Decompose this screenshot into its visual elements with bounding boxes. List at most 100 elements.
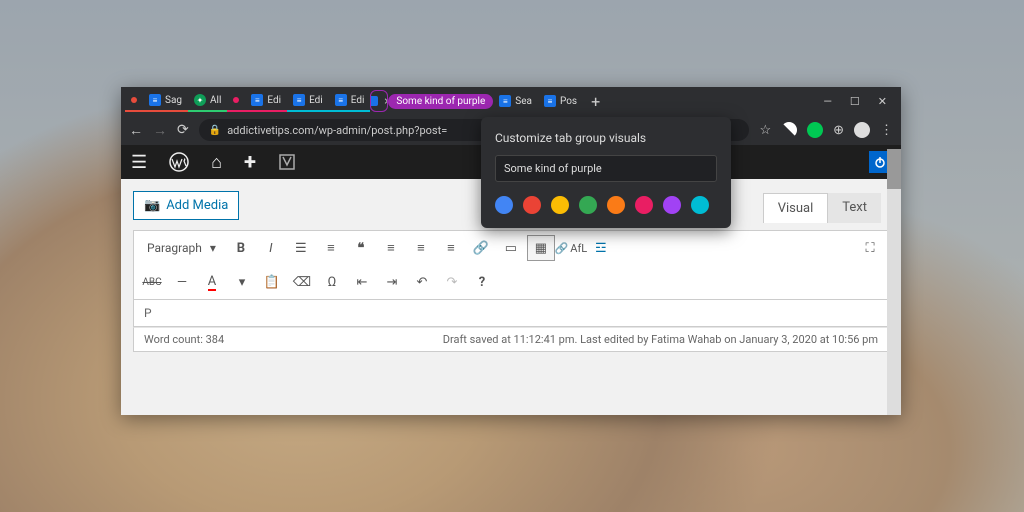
bullet-list-button[interactable]: ☰	[287, 235, 315, 261]
text-color-button[interactable]: A	[198, 269, 226, 295]
add-icon[interactable]: +	[244, 150, 256, 175]
clear-format-button[interactable]: ⌫	[288, 269, 316, 295]
italic-button[interactable]: I	[257, 235, 285, 261]
favicon-icon: ≡	[499, 95, 511, 107]
format-label: Paragraph	[147, 241, 202, 255]
group-name-input[interactable]	[495, 155, 717, 182]
reload-icon[interactable]: ⟳	[177, 122, 189, 138]
extension-icon[interactable]	[807, 122, 823, 138]
text-tab[interactable]: Text	[828, 193, 881, 223]
favicon-icon: ≡	[335, 94, 347, 106]
maximize-icon[interactable]: ☐	[850, 95, 860, 108]
undo-button[interactable]: ↶	[408, 269, 436, 295]
tab-group-popup: Customize tab group visuals	[481, 117, 731, 228]
tab[interactable]: ≡ Sea	[493, 90, 538, 112]
tab[interactable]: ≡ Pos	[538, 90, 583, 112]
favicon-icon: ✦	[194, 94, 206, 106]
tab[interactable]: ≡ Sag	[143, 90, 188, 112]
hr-button[interactable]: —	[168, 269, 196, 295]
editor-path: P	[133, 300, 889, 327]
color-option-orange[interactable]	[607, 196, 625, 214]
bold-button[interactable]: B	[227, 235, 255, 261]
link-button[interactable]: 🔗	[467, 235, 495, 261]
new-tab-button[interactable]: +	[583, 92, 608, 111]
editor-mode-tabs: Visual Text	[763, 193, 881, 223]
tab[interactable]	[125, 90, 143, 112]
menu-icon[interactable]: ☰	[131, 152, 147, 173]
color-option-green[interactable]	[579, 196, 597, 214]
help-button[interactable]: ?	[468, 269, 496, 295]
toolbar-toggle-button[interactable]: ▦	[527, 235, 555, 261]
scrollbar[interactable]	[887, 149, 901, 415]
tab[interactable]: ≡Edi	[245, 90, 287, 112]
tab[interactable]	[227, 90, 245, 112]
wordpress-icon[interactable]	[169, 152, 189, 172]
menu-icon[interactable]: ⋮	[880, 123, 893, 138]
lock-icon: 🔒	[209, 125, 221, 136]
tab-strip: ≡Sag ✦All ≡Edi ≡Edi ≡Edi × Some kind of …	[125, 87, 813, 115]
favicon-icon: ≡	[149, 94, 161, 106]
tab[interactable]: ≡ Edi	[287, 90, 329, 112]
afl-label: AfL	[570, 242, 587, 255]
color-option-yellow[interactable]	[551, 196, 569, 214]
align-left-button[interactable]: ≡	[377, 235, 405, 261]
redo-button[interactable]: ↷	[438, 269, 466, 295]
fullscreen-button[interactable]: ⛶	[856, 235, 884, 261]
yoast-icon[interactable]	[278, 153, 296, 171]
align-center-button[interactable]: ≡	[407, 235, 435, 261]
special-char-button[interactable]: Ω	[318, 269, 346, 295]
color-option-cyan[interactable]	[691, 196, 709, 214]
home-icon[interactable]: ⌂	[211, 152, 222, 173]
color-option-pink[interactable]	[635, 196, 653, 214]
tab-label: Sea	[515, 96, 532, 107]
align-right-button[interactable]: ≡	[437, 235, 465, 261]
tab-label: Pos	[560, 96, 577, 107]
paste-text-button[interactable]: 📋	[258, 269, 286, 295]
checklist-button[interactable]: ☲	[587, 235, 615, 261]
numbered-list-button[interactable]: ≡	[317, 235, 345, 261]
color-option-blue[interactable]	[495, 196, 513, 214]
color-dot-icon	[131, 97, 137, 103]
color-option-purple[interactable]	[663, 196, 681, 214]
editor-toolbar: Paragraph▾ B I ☰ ≡ ❝ ≡ ≡ ≡ 🔗 ▭ ▦ 🔗AfL ☲ …	[133, 230, 889, 300]
visual-tab[interactable]: Visual	[763, 193, 829, 223]
color-picker-row	[495, 196, 717, 214]
close-icon[interactable]: ✕	[878, 95, 887, 108]
tab[interactable]: ≡ Edi	[329, 90, 371, 112]
add-media-button[interactable]: 📷 Add Media	[133, 191, 239, 220]
camera-icon: 📷	[144, 198, 160, 213]
tab-group-pill[interactable]: Some kind of purple	[388, 94, 493, 109]
indent-button[interactable]: ⇥	[378, 269, 406, 295]
format-dropdown[interactable]: Paragraph▾	[138, 236, 225, 260]
word-count: Word count: 384	[144, 333, 224, 346]
blockquote-button[interactable]: ❝	[347, 235, 375, 261]
tab-label: Edi	[309, 95, 323, 106]
tab-group-marker[interactable]: ×	[370, 90, 388, 112]
outdent-button[interactable]: ⇤	[348, 269, 376, 295]
tab-label: Sag	[165, 95, 182, 106]
favicon-icon: ≡	[251, 94, 263, 106]
add-media-label: Add Media	[166, 198, 228, 213]
favicon-icon: ≡	[544, 95, 556, 107]
tab-label: All	[210, 95, 221, 106]
star-icon[interactable]: ☆	[759, 123, 771, 138]
extension-icon[interactable]	[781, 122, 797, 138]
text-color-picker[interactable]: ▾	[228, 269, 256, 295]
extension-icons: ☆ ⊕ ⋮	[759, 122, 893, 138]
extension-icon[interactable]: ⊕	[833, 123, 844, 138]
favicon-icon: ≡	[293, 94, 305, 106]
strikethrough-button[interactable]: ABC	[138, 269, 166, 295]
scroll-thumb[interactable]	[887, 149, 901, 189]
read-more-button[interactable]: ▭	[497, 235, 525, 261]
color-option-red[interactable]	[523, 196, 541, 214]
forward-icon[interactable]: →	[153, 122, 167, 139]
tab-label: Edi	[351, 95, 365, 106]
editor-status-bar: Word count: 384 Draft saved at 11:12:41 …	[133, 327, 889, 352]
minimize-icon[interactable]: —	[823, 95, 832, 108]
afl-button[interactable]: 🔗AfL	[557, 235, 585, 261]
tab[interactable]: ✦ All	[188, 90, 227, 112]
back-icon[interactable]: ←	[129, 122, 143, 139]
url-text: addictivetips.com/wp-admin/post.php?post…	[227, 124, 447, 137]
avatar-icon[interactable]	[854, 122, 870, 138]
favicon-icon	[370, 96, 378, 106]
